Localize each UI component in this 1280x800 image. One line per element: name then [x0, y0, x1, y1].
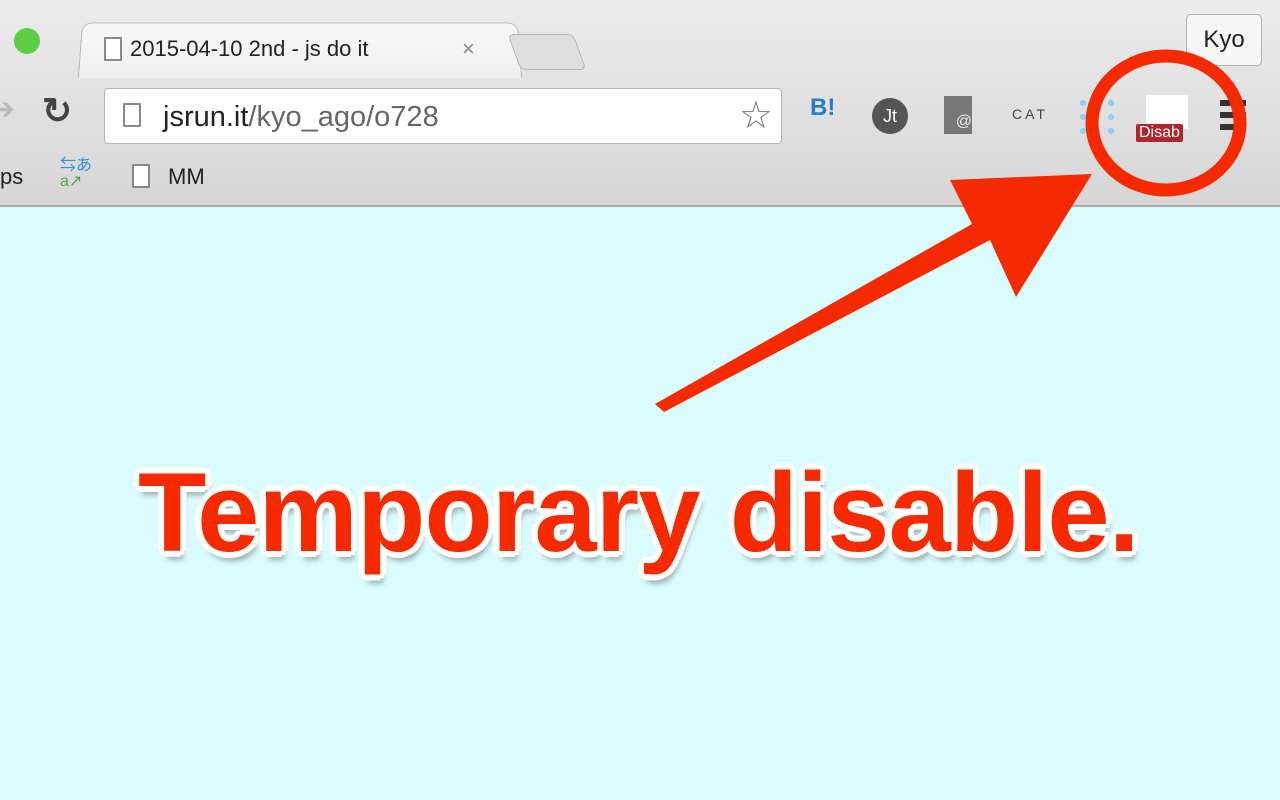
arrow-annotation — [655, 174, 1092, 412]
annotation-layer — [0, 0, 1280, 800]
highlight-circle — [1092, 56, 1240, 190]
annotation-caption: Temporary disable. — [138, 448, 1139, 577]
